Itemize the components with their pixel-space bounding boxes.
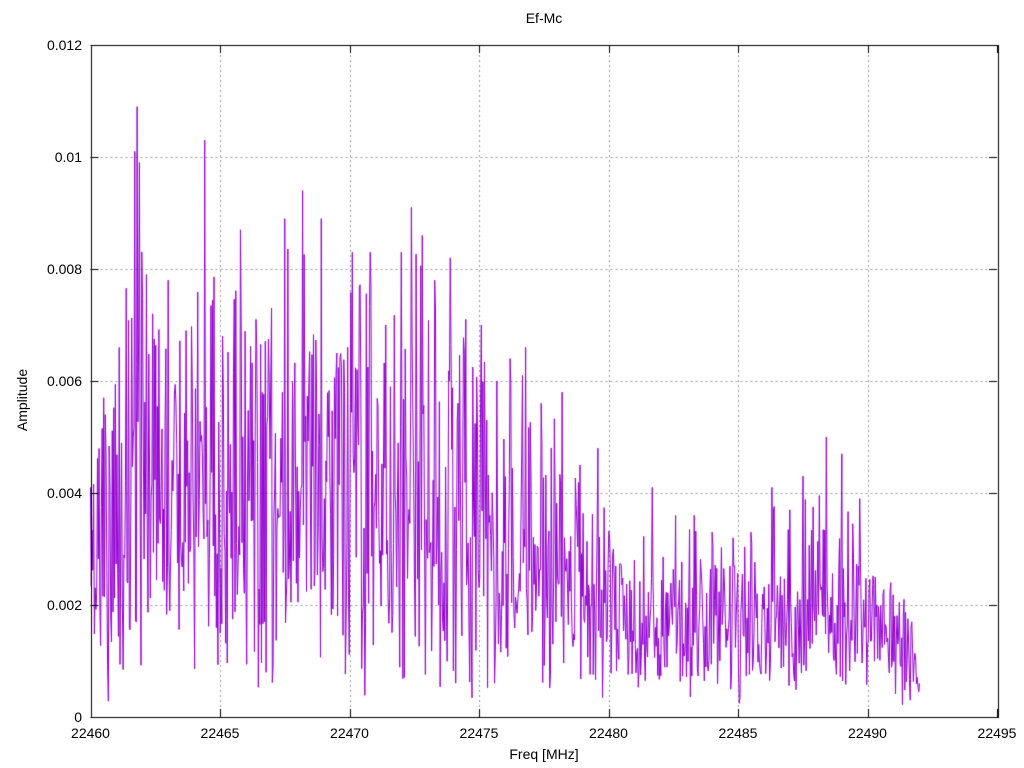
x-tick-label: 22465 — [200, 725, 240, 741]
y-tick-label: 0.002 — [46, 597, 82, 613]
x-tick-label: 22490 — [848, 725, 887, 741]
x-tick-label: 22460 — [71, 725, 110, 741]
x-tick-label: 22475 — [459, 725, 499, 741]
spectrum-figure: Ef-Mc Amplitude Freq [MHz] 22460 22465 224… — [0, 0, 1024, 768]
chart-title: Ef-Mc — [525, 10, 563, 26]
y-tick-label: 0.01 — [54, 149, 82, 165]
y-tick-label: 0.012 — [46, 37, 82, 53]
x-tick-label: 22495 — [977, 725, 1017, 741]
x-axis-label: Freq [MHz] — [509, 746, 579, 762]
x-tick-label: 22470 — [330, 725, 369, 741]
y-tick-label: 0.006 — [46, 373, 82, 389]
x-tick-label: 22480 — [589, 725, 628, 741]
plot-canvas — [0, 0, 1024, 768]
y-tick-label: 0 — [74, 709, 82, 725]
y-tick-label: 0.008 — [46, 261, 82, 277]
x-tick-label: 22485 — [718, 725, 758, 741]
y-tick-label: 0.004 — [46, 485, 82, 501]
